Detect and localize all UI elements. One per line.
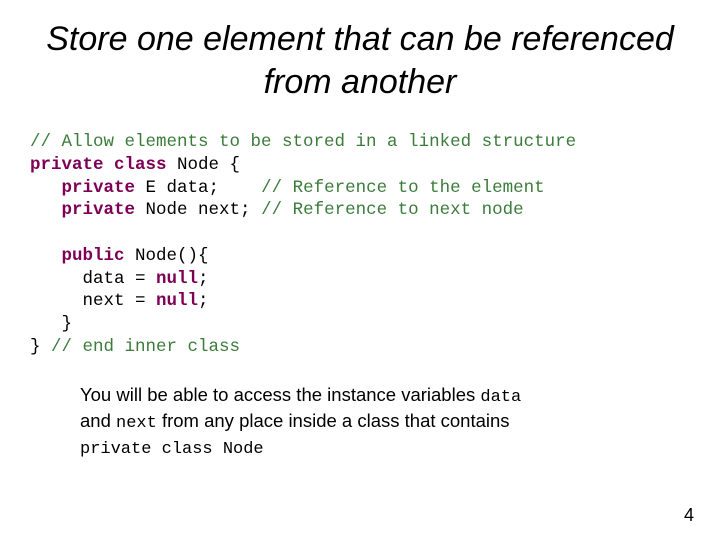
code-text: ;: [198, 269, 209, 289]
comment-line: // Reference to the element: [261, 178, 545, 198]
comment-line: // Allow elements to be stored in a link…: [30, 132, 576, 152]
code-text: }: [30, 314, 72, 334]
keyword-private: private: [62, 178, 136, 198]
code-text: }: [30, 337, 51, 357]
page-number: 4: [684, 505, 694, 526]
note-text: from any place inside a class that conta…: [157, 410, 510, 431]
code-text: ;: [198, 291, 209, 311]
keyword-private: private: [62, 200, 136, 220]
keyword-class: class: [114, 155, 167, 175]
slide-title: Store one element that can be referenced…: [24, 18, 696, 103]
comment-line: // Reference to next node: [261, 200, 524, 220]
code-text: Node {: [167, 155, 241, 175]
code-block: // Allow elements to be stored in a link…: [30, 131, 696, 359]
code-text: Node(){: [125, 246, 209, 266]
keyword-private: private: [30, 155, 104, 175]
note-mono: next: [116, 414, 157, 433]
code-text: next =: [30, 291, 156, 311]
note-mono: private class Node: [80, 440, 264, 459]
explanation-note: You will be able to access the instance …: [80, 383, 530, 461]
comment-line: // end inner class: [51, 337, 240, 357]
code-text: E data;: [135, 178, 261, 198]
code-text: Node next;: [135, 200, 261, 220]
code-text: data =: [30, 269, 156, 289]
note-text: and: [80, 410, 116, 431]
keyword-null: null: [156, 291, 198, 311]
note-text: You will be able to access the instance …: [80, 384, 480, 405]
keyword-public: public: [62, 246, 125, 266]
note-mono: data: [480, 388, 521, 407]
keyword-null: null: [156, 269, 198, 289]
